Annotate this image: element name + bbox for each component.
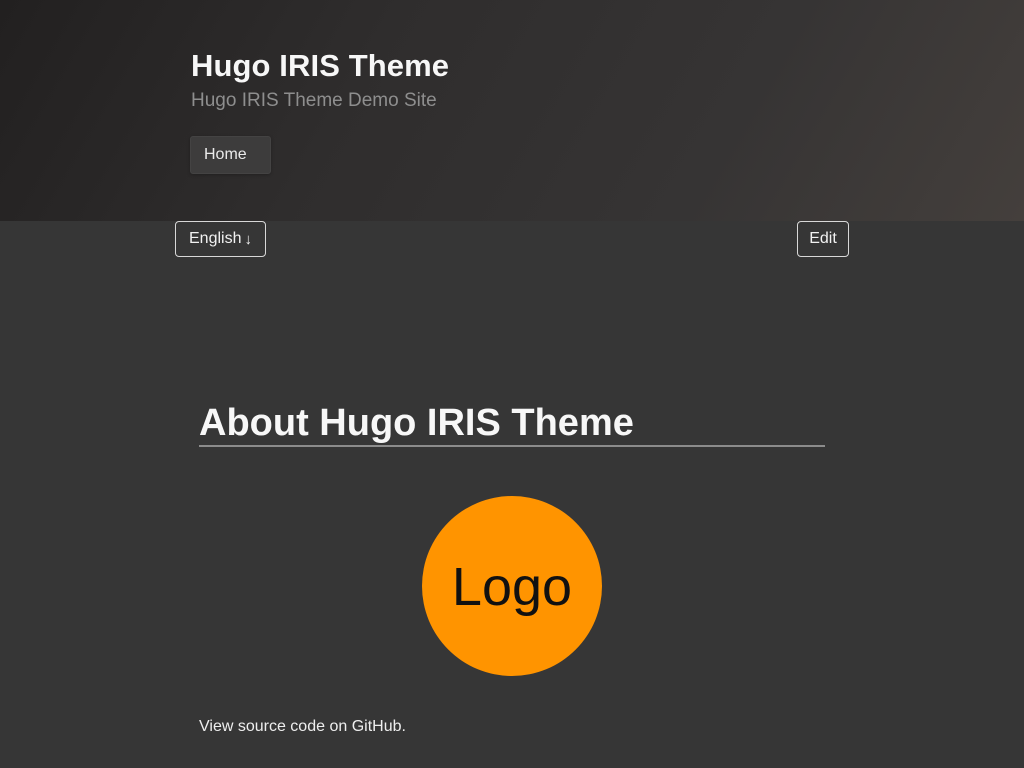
logo-text: Logo	[451, 557, 573, 617]
source-suffix: .	[401, 718, 406, 735]
arrow-down-icon: ↓	[244, 230, 252, 248]
github-link[interactable]: GitHub	[352, 718, 402, 735]
edit-button[interactable]: Edit	[797, 221, 849, 257]
nav-home-label: Home	[204, 146, 247, 163]
page-title: About Hugo IRIS Theme	[199, 402, 634, 444]
site-subtitle: Hugo IRIS Theme Demo Site	[191, 90, 437, 111]
site-title[interactable]: Hugo IRIS Theme	[191, 48, 449, 84]
title-underline	[199, 445, 825, 447]
language-label: English	[189, 230, 242, 247]
nav-home-link[interactable]: Home	[190, 136, 271, 174]
language-select-button[interactable]: English ↓	[175, 221, 266, 257]
site-header: Hugo IRIS Theme Hugo IRIS Theme Demo Sit…	[0, 0, 1024, 221]
source-prefix: View source code on	[199, 718, 352, 735]
logo-image: Logo	[422, 496, 602, 676]
source-code-text: View source code on GitHub.	[199, 718, 406, 736]
edit-label: Edit	[809, 230, 837, 247]
